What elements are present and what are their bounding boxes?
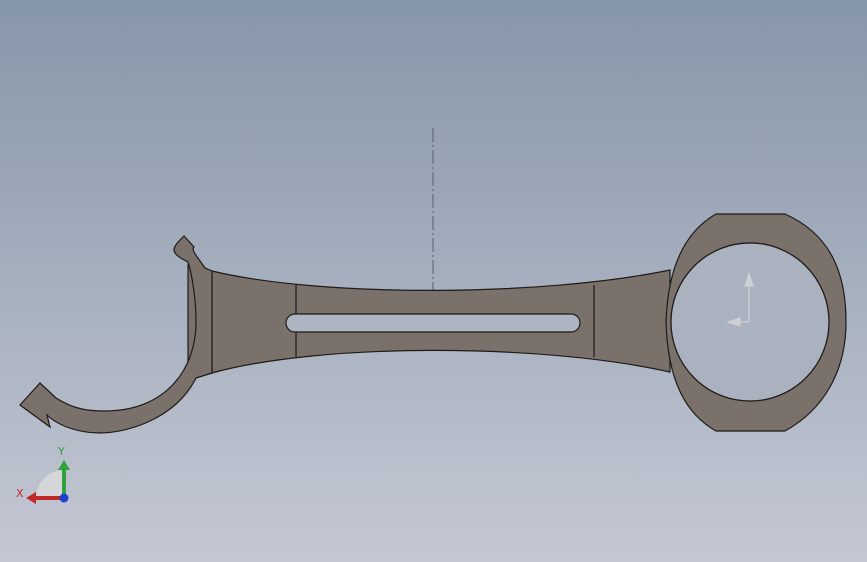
graphics-viewport[interactable]: Y X [0,0,867,562]
triad-z-axis [59,493,69,503]
small-end-hook [19,235,213,434]
triad-y-arrowhead [58,460,70,470]
triad-x-arrowhead [26,492,36,504]
triad-x-label: X [16,487,24,500]
triad-y-label: Y [57,445,65,458]
model-view[interactable]: Y X [0,0,867,562]
rod-slot [285,313,581,333]
coordinate-triad-icon[interactable]: Y X [16,445,70,504]
big-end-bore [670,242,830,402]
